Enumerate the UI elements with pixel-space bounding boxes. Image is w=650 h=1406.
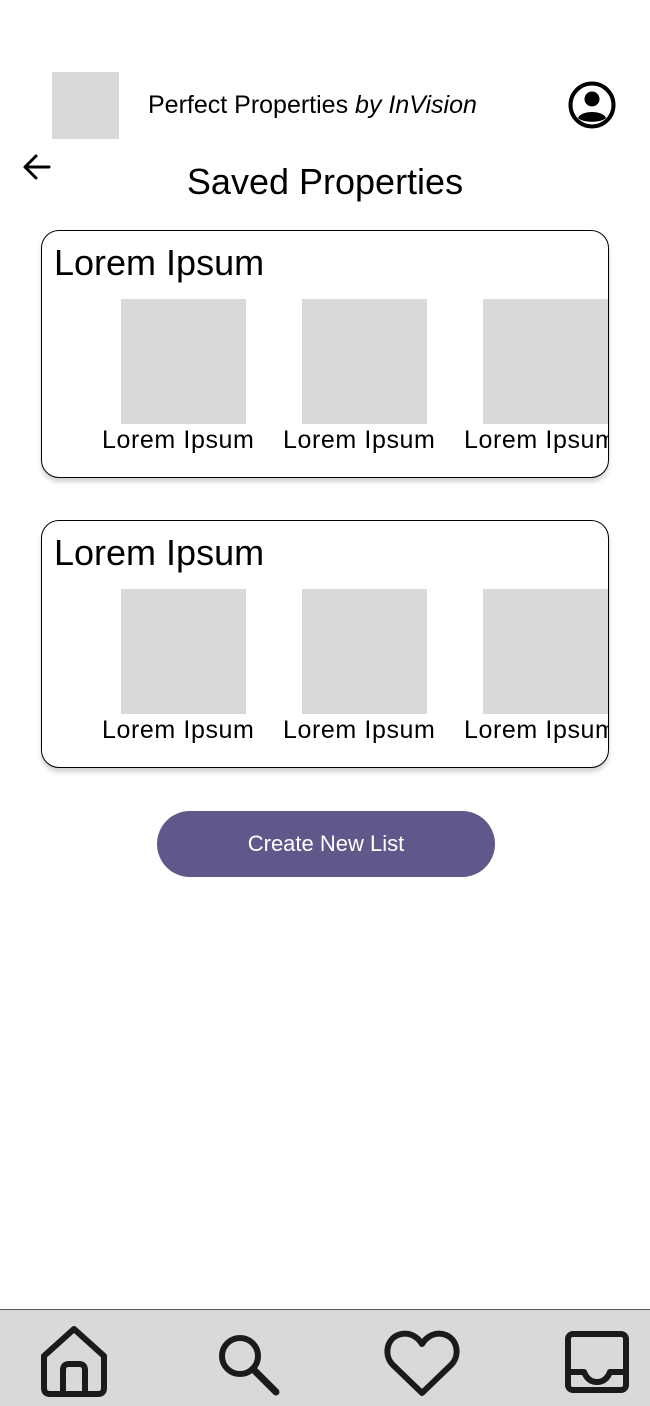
property-item[interactable]: Lorem Ipsum	[102, 589, 272, 759]
property-item[interactable]: Lorem Ipsum	[283, 299, 453, 469]
property-item[interactable]: Lorem Ipsum	[102, 299, 272, 469]
property-thumbnail	[483, 299, 608, 424]
bottom-navigation	[0, 1309, 650, 1406]
property-thumbnail	[302, 299, 427, 424]
property-item[interactable]: Lorem Ipsum	[283, 589, 453, 759]
property-label: Lorem Ipsum	[283, 716, 436, 744]
property-thumbnail	[302, 589, 427, 714]
property-label: Lorem Ipsum	[464, 426, 609, 454]
saved-list-card[interactable]: Lorem Ipsum Lorem Ipsum Lorem Ipsum Lore…	[41, 520, 609, 768]
brand-title: Perfect Properties by InVision	[148, 89, 477, 121]
brand-name: Perfect Properties	[148, 91, 349, 119]
brand-suffix: by InVision	[355, 91, 477, 119]
create-new-list-button[interactable]: Create New List	[157, 811, 495, 877]
property-item[interactable]: Lorem Ipsum	[464, 299, 609, 469]
inbox-icon[interactable]	[564, 1330, 630, 1396]
list-title: Lorem Ipsum	[54, 532, 265, 573]
heart-icon[interactable]	[383, 1328, 461, 1398]
saved-list-card[interactable]: Lorem Ipsum Lorem Ipsum Lorem Ipsum Lore…	[41, 230, 609, 478]
saved-properties-screen: Perfect Properties by InVision Saved Pro…	[0, 0, 650, 1406]
property-label: Lorem Ipsum	[102, 716, 255, 744]
property-label: Lorem Ipsum	[283, 426, 436, 454]
search-icon[interactable]	[214, 1330, 282, 1398]
profile-icon[interactable]	[567, 80, 617, 130]
property-thumbnail	[121, 299, 246, 424]
home-icon[interactable]	[38, 1324, 110, 1398]
property-thumbnail	[121, 589, 246, 714]
property-label: Lorem Ipsum	[102, 426, 255, 454]
property-item[interactable]: Lorem Ipsum	[464, 589, 609, 759]
property-thumbnail	[483, 589, 608, 714]
list-title: Lorem Ipsum	[54, 242, 265, 283]
page-title: Saved Properties	[186, 161, 464, 202]
logo-placeholder	[52, 72, 119, 139]
property-label: Lorem Ipsum	[464, 716, 609, 744]
